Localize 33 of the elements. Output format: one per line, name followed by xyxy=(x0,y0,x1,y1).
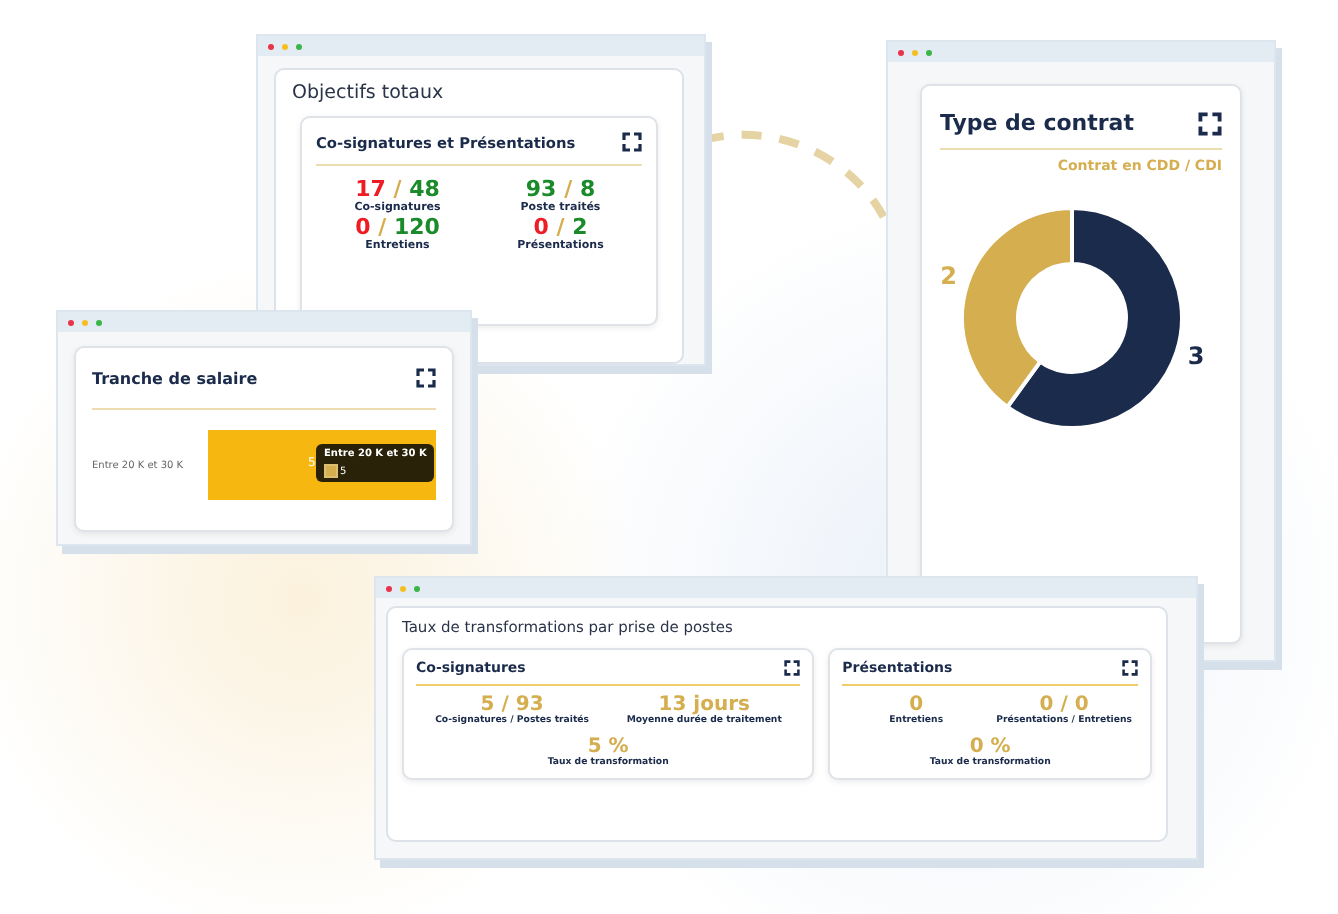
expand-icon[interactable] xyxy=(416,368,436,388)
close-dot[interactable] xyxy=(268,43,274,49)
data-label: 3 xyxy=(1187,342,1205,371)
expand-icon[interactable] xyxy=(784,660,801,676)
minimize-dot[interactable] xyxy=(282,43,288,49)
metric-value: 13 jours xyxy=(658,694,750,716)
expand-icon[interactable] xyxy=(1122,660,1138,676)
card-title: Type de contrat xyxy=(940,110,1134,136)
expand-icon[interactable] xyxy=(622,132,642,152)
stat-value: 0 / 120 xyxy=(355,214,440,240)
minimize-dot[interactable] xyxy=(82,319,88,325)
metric-value: 0 / 0 xyxy=(1039,694,1089,716)
close-dot[interactable] xyxy=(898,49,904,55)
expand-icon[interactable] xyxy=(1198,111,1222,135)
stat-value: 17 / 48 xyxy=(355,176,440,202)
minimize-dot[interactable] xyxy=(912,49,918,55)
maximize-dot[interactable] xyxy=(96,319,102,325)
close-dot[interactable] xyxy=(386,585,392,591)
panel-title: Objectifs totaux xyxy=(292,82,446,104)
stat-value: 93 / 8 xyxy=(525,176,596,202)
metric-value: 0 xyxy=(909,694,924,716)
minimize-dot[interactable] xyxy=(400,585,406,591)
metric-value: 5 / 93 xyxy=(480,694,544,716)
maximize-dot[interactable] xyxy=(414,585,420,591)
close-dot[interactable] xyxy=(68,319,74,325)
legend-swatch-icon xyxy=(324,464,338,478)
card-title: Tranche de salaire xyxy=(92,369,258,387)
data-label: 2 xyxy=(940,261,958,290)
metric-value: 5 % xyxy=(587,736,629,758)
stat-value: 0 / 2 xyxy=(533,214,588,240)
maximize-dot[interactable] xyxy=(926,49,932,55)
metric-value: 0 % xyxy=(969,736,1011,758)
maximize-dot[interactable] xyxy=(296,43,302,49)
